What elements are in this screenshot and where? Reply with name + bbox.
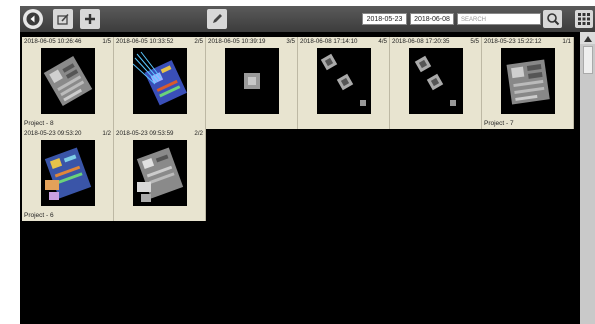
thumbnail-image [409,48,463,114]
tile-timestamp: 2018-06-05 10:26:46 [24,38,82,45]
edit-button[interactable] [53,9,73,29]
arrow-left-icon [26,12,40,26]
tile-timestamp: 2018-06-08 17:20:35 [392,38,450,45]
tile-timestamp: 2018-05-23 09:53:59 [116,130,174,137]
search-button[interactable] [543,10,562,28]
project-label: Project - 6 [24,212,54,219]
tile-count: 2/2 [194,130,203,137]
triangle-up-icon [584,36,592,42]
app-window: 2018-05-23 2018-06-08 SEARCH 2018-06-05 … [20,6,595,324]
plus-icon [85,14,95,24]
tile-count: 5/5 [470,38,479,45]
search-icon [546,13,559,26]
tile-timestamp: 2018-06-05 10:39:19 [208,38,266,45]
tile-timestamp: 2018-06-08 17:14:10 [300,38,358,45]
image-gallery: 2018-06-05 10:26:46 1/5 Project - 8 2018… [22,37,577,324]
date-from-field[interactable]: 2018-05-23 [362,13,407,25]
edit-icon [57,13,69,25]
tile-count: 2/5 [194,38,203,45]
gallery-tile[interactable]: 2018-05-23 09:53:59 2/2 [114,129,206,221]
add-button[interactable] [80,9,100,29]
tile-count: 1/1 [562,38,571,45]
pencil-icon [213,14,222,23]
date-to-field[interactable]: 2018-06-08 [410,13,454,25]
gallery-tile[interactable]: 2018-05-23 09:53:20 1/2 Project - 6 [22,129,114,221]
scrollbar-thumb[interactable] [583,46,593,74]
search-input[interactable]: SEARCH [457,13,541,25]
thumbnail-image [501,48,555,114]
thumbnail-image [133,140,187,206]
grid-icon [578,13,590,25]
vertical-scrollbar[interactable] [580,32,595,324]
project-label: Project - 7 [484,120,514,127]
gallery-tile[interactable]: 2018-06-05 10:33:52 2/5 [114,37,206,129]
tile-count: 1/2 [102,130,111,137]
gallery-tile[interactable]: 2018-06-05 10:26:46 1/5 Project - 8 [22,37,114,129]
tile-timestamp: 2018-05-23 15:22:12 [484,38,542,45]
annotate-button[interactable] [207,9,227,29]
tile-timestamp: 2018-06-05 10:33:52 [116,38,174,45]
thumbnail-image [133,48,187,114]
toolbar: 2018-05-23 2018-06-08 SEARCH [20,6,595,32]
gallery-tile[interactable]: 2018-06-08 17:20:35 5/5 [390,37,482,129]
gallery-tile[interactable]: 2018-05-23 15:22:12 1/1 Project - 7 [482,37,574,129]
thumbnail-image [41,140,95,206]
thumbnail-image [225,48,279,114]
thumbnail-image [317,48,371,114]
tile-count: 4/5 [378,38,387,45]
thumbnail-image [41,48,95,114]
gallery-tile[interactable]: 2018-06-05 10:39:19 3/5 [206,37,298,129]
grid-view-button[interactable] [575,10,593,28]
tile-count: 1/5 [102,38,111,45]
tile-count: 3/5 [286,38,295,45]
project-label: Project - 8 [24,120,54,127]
gallery-tile[interactable]: 2018-06-08 17:14:10 4/5 [298,37,390,129]
back-button[interactable] [23,9,43,29]
tile-timestamp: 2018-05-23 09:53:20 [24,130,82,137]
scroll-up-button[interactable] [580,32,595,44]
